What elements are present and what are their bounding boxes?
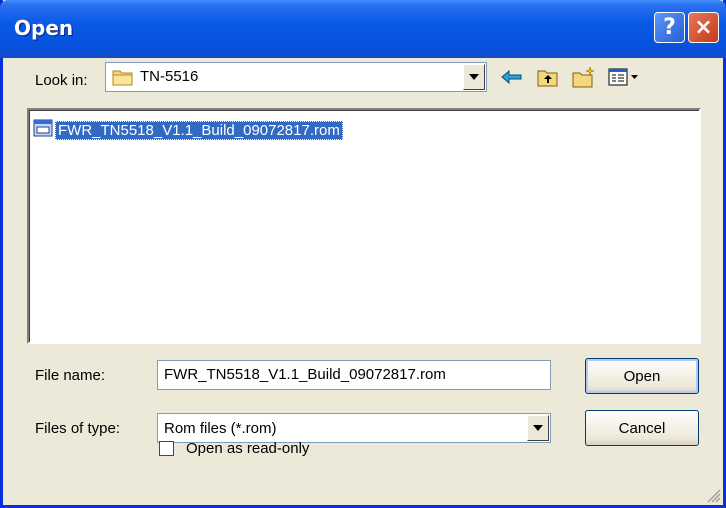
read-only-checkbox[interactable] bbox=[159, 441, 174, 456]
help-button[interactable]: ? bbox=[654, 12, 685, 43]
new-folder-icon[interactable] bbox=[571, 64, 597, 90]
open-button[interactable]: Open bbox=[585, 358, 699, 394]
look-in-value: TN-5516 bbox=[140, 68, 199, 85]
close-button[interactable]: × bbox=[688, 12, 719, 43]
close-icon: × bbox=[694, 15, 713, 40]
up-folder-icon[interactable] bbox=[535, 64, 561, 90]
view-menu-icon[interactable] bbox=[607, 64, 641, 90]
back-arrow-icon[interactable] bbox=[499, 64, 525, 90]
open-dialog: Open ? × Look in: TN-5516 FWR_TN5518_V1.… bbox=[0, 0, 726, 508]
files-of-type-label: Files of type: bbox=[35, 420, 121, 437]
look-in-dropdown-button[interactable] bbox=[463, 64, 485, 90]
open-button-label: Open bbox=[623, 367, 661, 385]
file-name-label-text: File name: bbox=[35, 367, 106, 384]
folder-icon bbox=[112, 68, 134, 90]
resize-grip-icon[interactable] bbox=[707, 489, 721, 503]
file-list[interactable]: FWR_TN5518_V1.1_Build_09072817.rom bbox=[27, 108, 701, 344]
files-of-type-dropdown[interactable]: Rom files (*.rom) bbox=[157, 413, 551, 443]
file-name-label: FWR_TN5518_V1.1_Build_09072817.rom bbox=[55, 120, 343, 140]
help-icon: ? bbox=[663, 15, 676, 40]
files-of-type-value: Rom files (*.rom) bbox=[164, 420, 277, 437]
read-only-option[interactable]: Open as read-only bbox=[159, 440, 309, 457]
dialog-title: Open bbox=[14, 16, 74, 40]
file-name-value: FWR_TN5518_V1.1_Build_09072817.rom bbox=[164, 366, 446, 383]
read-only-label: Open as read-only bbox=[186, 440, 310, 457]
files-of-type-dropdown-button[interactable] bbox=[527, 415, 549, 441]
cancel-button-label: Cancel bbox=[618, 419, 666, 437]
rom-file-icon bbox=[33, 119, 53, 141]
look-in-label: Look in: bbox=[35, 72, 88, 89]
file-name-input[interactable]: FWR_TN5518_V1.1_Build_09072817.rom bbox=[157, 360, 551, 390]
list-item[interactable]: FWR_TN5518_V1.1_Build_09072817.rom bbox=[33, 118, 343, 142]
title-bar[interactable]: Open ? × bbox=[0, 0, 726, 58]
look-in-dropdown[interactable]: TN-5516 bbox=[105, 62, 487, 92]
cancel-button[interactable]: Cancel bbox=[585, 410, 699, 446]
